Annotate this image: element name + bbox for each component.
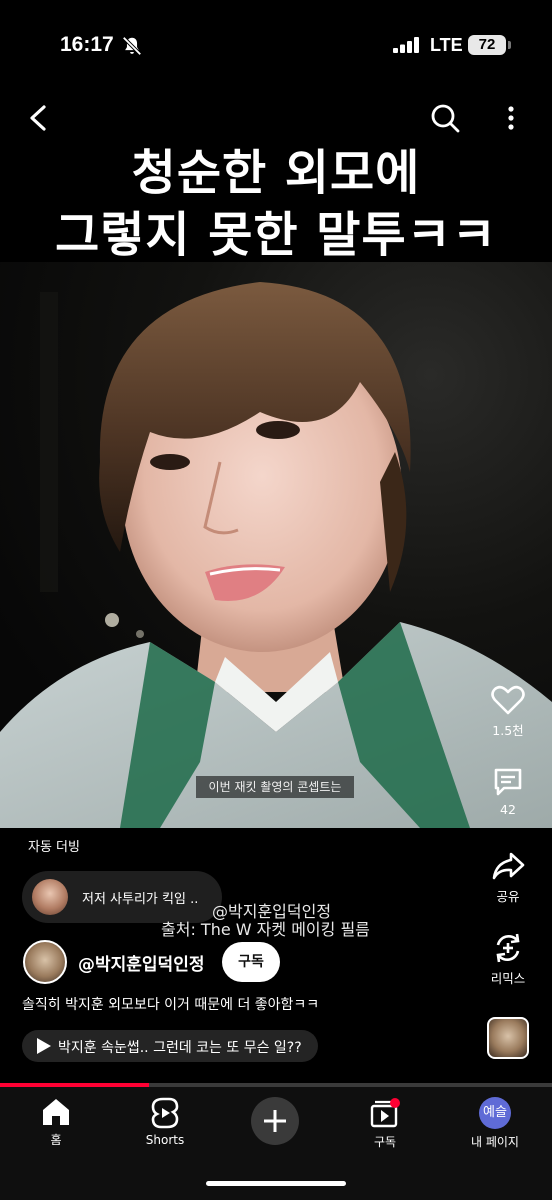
plus-icon [264, 1110, 286, 1132]
headline-line-1: 청순한 외모에 [131, 145, 421, 201]
source-credit-text: 출처: The W 자켓 메이킹 필름 [161, 920, 370, 939]
headline-line-2: 그렇지 못한 말투ㅋㅋ [55, 207, 497, 263]
heart-icon [491, 685, 525, 715]
auto-dub-label: 자동 더빙 [28, 840, 80, 855]
share-button[interactable]: 공유 [478, 850, 538, 905]
search-button[interactable] [428, 100, 462, 136]
channel-avatar[interactable] [23, 940, 67, 984]
comments-button[interactable]: 42 [478, 766, 538, 817]
profile-avatar-badge: 예슬 [479, 1097, 511, 1129]
sound-thumbnail[interactable] [487, 1017, 529, 1059]
video-frame-figure [0, 282, 552, 828]
video-description[interactable]: 솔직히 박지훈 외모보다 이거 때문에 더 좋아함ㅋㅋ [22, 994, 319, 1014]
home-indicator [206, 1181, 346, 1186]
video-subtitle: 이번 재킷 촬영의 콘셉트는 [196, 776, 354, 798]
status-time: 16:17 [60, 33, 114, 56]
playlist-chip[interactable]: 박지훈 속눈썹.. 그런데 코는 또 무슨 일?? [22, 1030, 318, 1062]
signal-icon [393, 37, 419, 53]
nav-my-page-label: 내 페이지 [471, 1135, 519, 1149]
video-headline: 청순한 외모에 그렇지 못한 말투ㅋㅋ [0, 142, 552, 266]
related-video-text: 저저 사투리가 킥임 .. [82, 892, 199, 907]
more-vert-icon [508, 106, 514, 130]
home-icon [43, 1099, 69, 1125]
search-icon [431, 104, 460, 133]
back-button[interactable] [22, 100, 56, 136]
share-icon [492, 852, 525, 880]
playlist-chip-text: 박지훈 속눈썹.. 그런데 코는 또 무슨 일?? [58, 1040, 302, 1056]
nav-home-label: 홈 [50, 1133, 62, 1147]
comment-icon [494, 768, 522, 796]
battery-indicator: 72 [468, 35, 511, 55]
related-video-thumbnail [32, 879, 68, 915]
nav-subscriptions[interactable]: 구독 [340, 1097, 430, 1150]
remix-button[interactable]: 리믹스 [478, 932, 538, 987]
play-icon [37, 1038, 51, 1054]
nav-my-page[interactable]: 예슬 내 페이지 [450, 1097, 540, 1150]
like-count: 1.5천 [492, 723, 524, 738]
create-button[interactable] [251, 1097, 299, 1145]
channel-name[interactable]: @박지훈입덕인정 [78, 950, 204, 975]
nav-shorts[interactable]: Shorts [120, 1097, 210, 1147]
subscribe-button[interactable]: 구독 [222, 942, 280, 982]
bell-muted-icon [122, 36, 142, 56]
nav-shorts-label: Shorts [145, 1133, 185, 1147]
more-options-button[interactable] [500, 100, 522, 136]
subscriptions-icon [370, 1098, 400, 1128]
share-label: 공유 [496, 889, 520, 904]
nav-home[interactable]: 홈 [11, 1097, 101, 1148]
video-player[interactable] [0, 262, 552, 828]
back-icon [30, 105, 46, 131]
network-type: LTE [430, 35, 463, 55]
remix-label: 리믹스 [490, 971, 526, 986]
like-button[interactable]: 1.5천 [478, 684, 538, 739]
shorts-icon [151, 1097, 179, 1129]
status-bar: 16:17 LTE 72 [0, 0, 552, 90]
nav-subscriptions-label: 구독 [373, 1135, 397, 1149]
remix-icon [496, 933, 520, 963]
comment-count: 42 [500, 802, 516, 817]
